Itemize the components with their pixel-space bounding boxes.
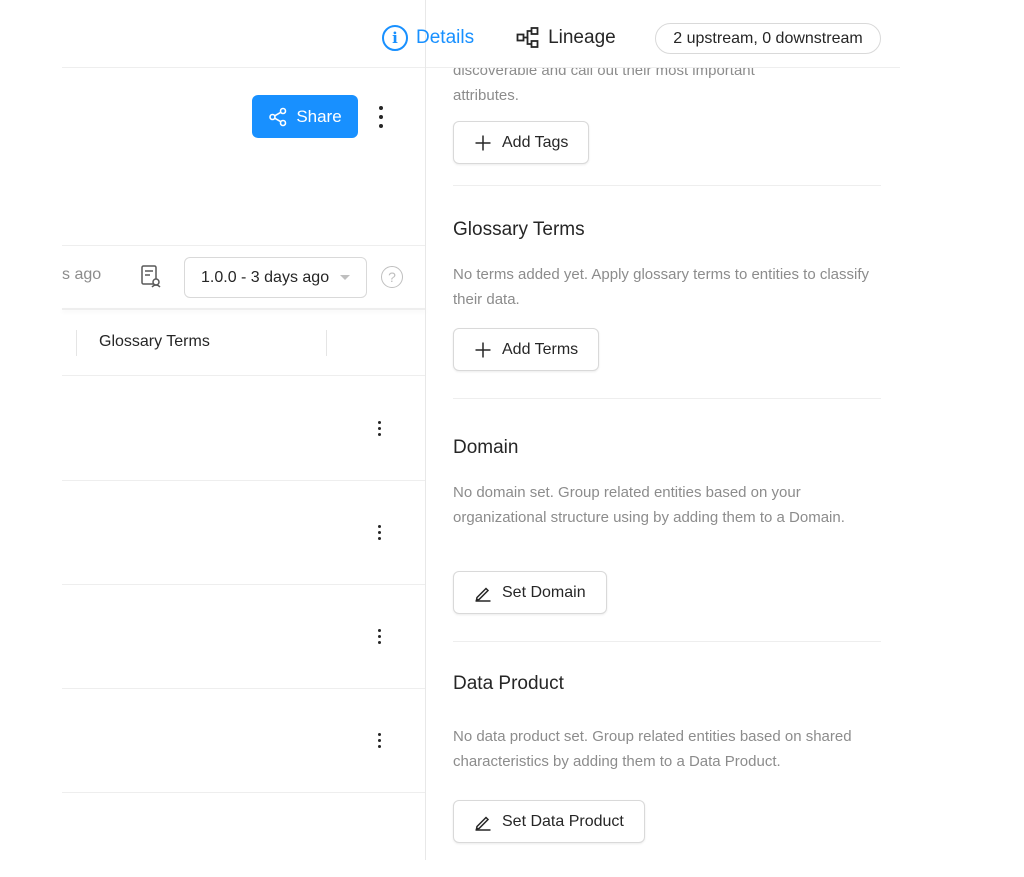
row-actions-button[interactable] [374,417,384,439]
add-tags-label: Add Tags [502,133,569,151]
add-terms-label: Add Terms [502,340,579,358]
tab-details-label: Details [416,27,475,48]
details-panel: discoverable and call out their most imp… [426,68,900,860]
lineage-summary-badge: 2 upstream, 0 downstream [655,23,881,54]
tab-details[interactable]: i Details [382,25,474,51]
version-select-value: 1.0.0 - 3 days ago [201,268,330,286]
tab-lineage[interactable]: Lineage [516,26,616,50]
share-button-label: Share [296,106,342,126]
version-select[interactable]: 1.0.0 - 3 days ago [184,257,367,298]
more-vertical-icon [377,420,381,424]
page-bottom-edge [0,860,1024,877]
main-content-pane: Share s ago 1.0.0 - 3 days ago ? Glossar… [0,0,426,860]
section-divider [453,398,881,399]
chevron-down-icon [340,275,350,280]
table-row [62,585,426,689]
version-bar-top-border [62,245,426,246]
column-divider[interactable] [76,330,77,356]
more-options-icon [379,106,383,110]
share-icon [269,107,287,126]
info-icon: i [382,25,408,51]
lineage-icon [516,27,539,48]
plus-icon [475,342,491,357]
row-actions-button[interactable] [374,729,384,751]
section-divider [453,641,881,642]
column-header-glossary-terms[interactable]: Glossary Terms [99,333,210,351]
domain-description: No domain set. Group related entities ba… [453,484,845,526]
glossary-terms-title: Glossary Terms [453,219,585,240]
pencil-icon [475,586,491,602]
set-domain-label: Set Domain [502,583,586,601]
entity-tabs: i Details Lineage [382,22,616,54]
section-divider [453,185,881,186]
more-vertical-icon [377,628,381,632]
more-options-button[interactable] [370,98,392,136]
share-button[interactable]: Share [252,95,358,138]
tab-lineage-label: Lineage [548,27,616,48]
pencil-icon [475,815,491,831]
add-tags-button[interactable]: Add Tags [453,121,590,164]
history-icon[interactable] [140,264,162,288]
domain-title: Domain [453,437,519,458]
set-data-product-label: Set Data Product [502,812,624,830]
data-product-description: No data product set. Group related entit… [453,728,852,770]
help-icon-glyph: ? [388,269,396,285]
tags-description-line1: discoverable and call out their most imp… [453,68,755,79]
tags-description-line2: attributes. [453,87,519,104]
data-product-title: Data Product [453,673,564,694]
table-row [62,689,426,793]
set-domain-button[interactable]: Set Domain [453,571,607,614]
more-vertical-icon [377,524,381,528]
tags-description: discoverable and call out their most imp… [453,68,873,108]
last-updated-text: s ago [62,266,102,283]
table-row [62,481,426,585]
header-divider [62,67,426,68]
more-vertical-icon [377,732,381,736]
row-actions-button[interactable] [374,625,384,647]
row-actions-button[interactable] [374,521,384,543]
table-row [62,377,426,481]
set-data-product-button[interactable]: Set Data Product [453,800,645,843]
table-header: Glossary Terms [62,310,426,376]
add-terms-button[interactable]: Add Terms [453,328,600,371]
glossary-terms-description: No terms added yet. Apply glossary terms… [453,266,870,308]
column-divider[interactable] [326,330,327,356]
help-icon[interactable]: ? [381,266,403,288]
plus-icon [475,135,491,150]
